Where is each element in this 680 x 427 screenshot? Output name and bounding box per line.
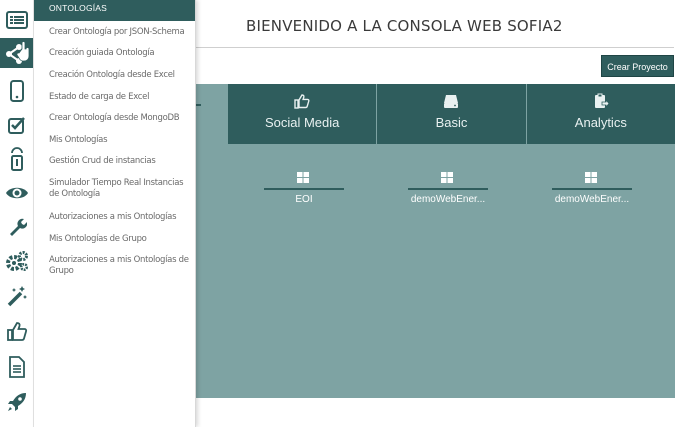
list-icon[interactable]	[3, 7, 30, 33]
thumbs-up-icon[interactable]	[3, 318, 30, 344]
menu-item-excel-load-status[interactable]: Estado de carga de Excel	[49, 92, 189, 103]
page-title: BIENVENIDO A LA CONSOLA WEB SOFIA2	[246, 17, 563, 35]
project-name: demoWebEner...	[554, 194, 630, 205]
project-name: EOI	[295, 194, 313, 205]
rocket-icon[interactable]	[3, 389, 30, 415]
category-analytics[interactable]: Analytics	[525, 84, 675, 144]
create-project-button[interactable]: Crear Proyecto	[601, 55, 674, 77]
menu-item-my-ontologies[interactable]: Mis Ontologías	[49, 135, 189, 146]
windows-icon	[297, 172, 309, 183]
category-basic[interactable]: Basic	[376, 84, 525, 144]
category-label: Social Media	[264, 115, 340, 130]
windows-icon	[585, 172, 597, 183]
project-bar	[408, 188, 488, 190]
menu-item-from-mongodb[interactable]: Crear Ontología desde MongoDB	[49, 113, 189, 124]
category-social-media[interactable]: Social Media	[227, 84, 376, 144]
mobile-icon[interactable]	[3, 78, 30, 104]
category-label: Analytics	[574, 115, 627, 130]
page-header: BIENVENIDO A LA CONSOLA WEB SOFIA2	[195, 0, 680, 48]
menu-item-realtime-simulator[interactable]: Simulador Tiempo Real Instancias de Onto…	[49, 178, 189, 200]
menu-item-json-schema[interactable]: Crear Ontología por JSON-Schema	[49, 27, 189, 38]
menu-item-crud-instances[interactable]: Gestión Crud de instancias	[49, 156, 189, 167]
gateway-icon[interactable]	[3, 146, 30, 172]
magic-wand-icon[interactable]	[3, 283, 30, 309]
document-icon[interactable]	[3, 354, 30, 380]
hard-drive-icon	[444, 95, 459, 108]
menu-item-guided-creation[interactable]: Creación guiada Ontología	[49, 48, 189, 59]
thumbs-up-outline-icon	[294, 94, 310, 109]
ontology-share-icon[interactable]	[0, 38, 33, 68]
project-bar	[552, 188, 632, 190]
menu-item-group-authorizations[interactable]: Autorizaciones a mis Ontologías de Grupo	[49, 255, 189, 277]
category-row: Social Media Basic Analytics	[227, 84, 675, 144]
wrench-icon[interactable]	[3, 214, 30, 240]
projects-panel: Social Media Basic Analytics EOI demoWeb…	[195, 84, 675, 398]
header-divider	[195, 47, 674, 48]
windows-icon	[441, 172, 453, 183]
menu-item-group-ontologies[interactable]: Mis Ontologías de Grupo	[49, 234, 189, 245]
eye-icon[interactable]	[3, 180, 30, 206]
menu-item-from-excel[interactable]: Creación Ontología desde Excel	[49, 70, 189, 81]
menu-header: ONTOLOGÍAS	[34, 0, 195, 21]
clipboard-icon	[594, 93, 609, 109]
gears-icon[interactable]	[3, 248, 30, 274]
ontologies-dropdown-menu: ONTOLOGÍAS Crear Ontología por JSON-Sche…	[34, 0, 196, 427]
project-bar	[264, 188, 344, 190]
checkbox-icon[interactable]	[3, 112, 30, 138]
category-label: Basic	[435, 115, 468, 130]
project-name: demoWebEner...	[410, 194, 486, 205]
menu-item-my-authorizations[interactable]: Autorizaciones a mis Ontologías	[49, 212, 189, 223]
icon-sidebar	[0, 0, 34, 427]
